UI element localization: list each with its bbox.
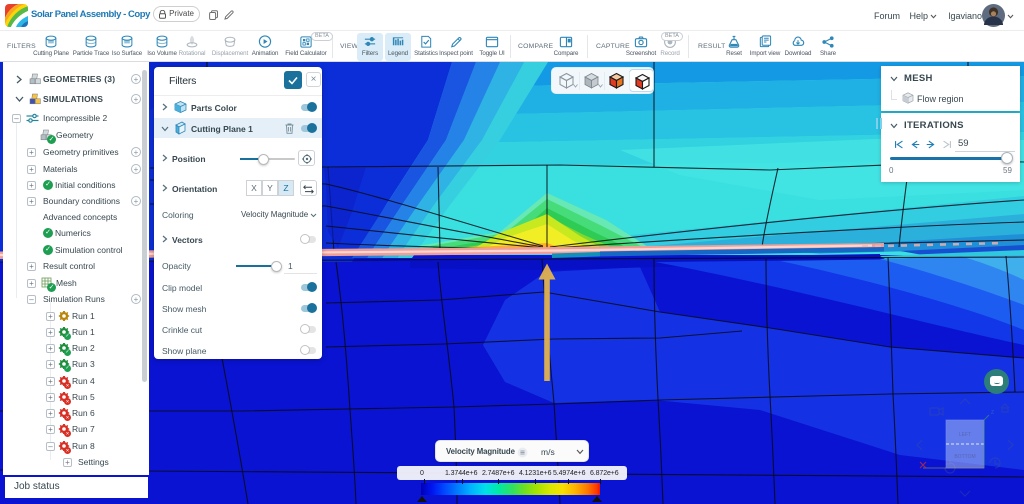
svg-text:BOTTOM: BOTTOM (954, 454, 975, 460)
svg-text:LEFT: LEFT (959, 432, 971, 438)
svg-text:Z: Z (991, 410, 994, 416)
